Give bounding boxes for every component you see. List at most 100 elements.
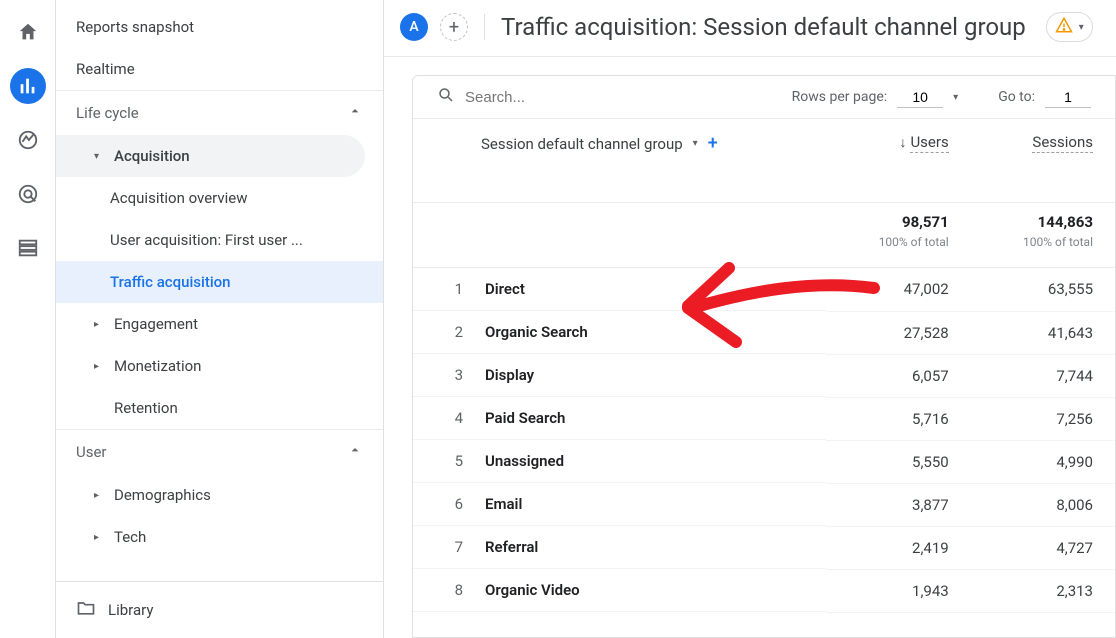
- reports-icon[interactable]: [10, 68, 46, 104]
- traffic-table-card: Rows per page: ▾ Go to: Session default …: [412, 75, 1116, 638]
- row-users: 2,419: [826, 526, 970, 569]
- nav-rail: [0, 0, 56, 638]
- sidebar-group-acquisition[interactable]: ▾ Acquisition: [56, 135, 365, 177]
- row-index: 2: [449, 323, 463, 341]
- search-input[interactable]: [465, 89, 782, 106]
- row-index: 5: [449, 452, 463, 470]
- sidebar-group-demographics[interactable]: ▸ Demographics: [56, 474, 365, 516]
- table-row[interactable]: 1 Direct 47,00263,555: [413, 268, 1115, 312]
- row-index: 8: [449, 581, 463, 599]
- section-label: User: [76, 443, 107, 461]
- total-sessions: 144,863 100% of total: [971, 203, 1115, 268]
- row-users: 5,550: [826, 440, 970, 483]
- warning-icon: [1055, 16, 1073, 38]
- plus-icon: +: [449, 17, 459, 38]
- row-sessions: 2,313: [971, 569, 1115, 612]
- add-segment-button[interactable]: +: [440, 13, 468, 41]
- chevron-up-icon: [347, 442, 363, 462]
- sidebar-group-engagement[interactable]: ▸ Engagement: [56, 303, 365, 345]
- metric-header-users[interactable]: ↓Users: [826, 119, 970, 203]
- row-index: 3: [449, 366, 463, 384]
- rows-per-page-select[interactable]: [897, 87, 943, 108]
- caret-right-icon: ▸: [94, 319, 104, 330]
- row-dimension: Referral: [485, 538, 538, 556]
- row-users: 27,528: [826, 311, 970, 354]
- sidebar-item-reports-snapshot[interactable]: Reports snapshot: [56, 6, 383, 48]
- dimension-header[interactable]: Session default channel group ▾ +: [413, 119, 826, 203]
- row-index: 7: [449, 538, 463, 556]
- row-users: 1,943: [826, 569, 970, 612]
- table-row[interactable]: 3 Display 6,0577,744: [413, 354, 1115, 397]
- row-index: 1: [449, 280, 463, 298]
- table-toolbar: Rows per page: ▾ Go to:: [413, 76, 1115, 119]
- advertising-icon[interactable]: [10, 176, 46, 212]
- traffic-table: Session default channel group ▾ + ↓Users…: [413, 119, 1115, 613]
- sidebar-group-tech[interactable]: ▸ Tech: [56, 516, 365, 558]
- row-index: 6: [449, 495, 463, 513]
- sidebar-item-traffic-acquisition[interactable]: Traffic acquisition: [56, 261, 383, 303]
- group-label: Engagement: [114, 315, 198, 333]
- row-users: 3,877: [826, 483, 970, 526]
- section-user[interactable]: User: [56, 429, 383, 474]
- sidebar-library[interactable]: Library: [56, 581, 383, 638]
- sidebar-group-monetization[interactable]: ▸ Monetization: [56, 345, 365, 387]
- row-sessions: 63,555: [971, 268, 1115, 312]
- page-title: Traffic acquisition: Session default cha…: [501, 13, 1026, 41]
- group-label: Acquisition: [114, 147, 190, 165]
- main-content: A + Traffic acquisition: Session default…: [384, 0, 1116, 638]
- home-icon[interactable]: [10, 14, 46, 50]
- caret-down-icon: ▾: [1079, 22, 1084, 33]
- row-index: 4: [449, 409, 463, 427]
- caret-right-icon: ▸: [94, 361, 104, 372]
- caret-down-icon: ▾: [953, 92, 958, 103]
- caret-right-icon: ▸: [94, 532, 104, 543]
- group-label: Monetization: [114, 357, 201, 375]
- row-dimension: Display: [485, 366, 534, 384]
- row-sessions: 7,256: [971, 397, 1115, 440]
- table-row[interactable]: 2 Organic Search 27,52841,643: [413, 311, 1115, 354]
- group-label: Demographics: [114, 486, 211, 504]
- folder-icon: [76, 598, 96, 622]
- row-sessions: 8,006: [971, 483, 1115, 526]
- sidebar-item-realtime[interactable]: Realtime: [56, 48, 383, 90]
- row-dimension: Email: [485, 495, 522, 513]
- row-sessions: 41,643: [971, 311, 1115, 354]
- sidebar-item-acq-overview[interactable]: Acquisition overview: [56, 177, 383, 219]
- table-row[interactable]: 7 Referral 2,4194,727: [413, 526, 1115, 569]
- segment-badge[interactable]: A: [400, 13, 428, 41]
- row-dimension: Paid Search: [485, 409, 565, 427]
- row-dimension: Unassigned: [485, 452, 564, 470]
- table-row[interactable]: 5 Unassigned 5,5504,990: [413, 440, 1115, 483]
- table-row[interactable]: 8 Organic Video 1,9432,313: [413, 569, 1115, 612]
- row-dimension: Organic Video: [485, 581, 580, 599]
- row-users: 6,057: [826, 354, 970, 397]
- row-sessions: 4,990: [971, 440, 1115, 483]
- configure-icon[interactable]: [10, 230, 46, 266]
- title-bar: A + Traffic acquisition: Session default…: [384, 0, 1116, 57]
- rows-per-page-label: Rows per page:: [792, 89, 887, 105]
- group-label: Tech: [114, 528, 146, 546]
- divider: [484, 14, 485, 40]
- sidebar-group-retention[interactable]: Retention: [56, 387, 365, 429]
- explore-icon[interactable]: [10, 122, 46, 158]
- section-life-cycle[interactable]: Life cycle: [56, 90, 383, 135]
- total-users: 98,571 100% of total: [826, 203, 970, 268]
- chevron-up-icon: [347, 103, 363, 123]
- add-dimension-button[interactable]: +: [708, 133, 718, 154]
- library-label: Library: [108, 601, 153, 619]
- sidebar-item-user-acquisition[interactable]: User acquisition: First user ...: [56, 219, 383, 261]
- row-dimension: Organic Search: [485, 323, 588, 341]
- table-row[interactable]: 4Paid Search5,7167,256: [413, 397, 1115, 440]
- row-sessions: 7,744: [971, 354, 1115, 397]
- goto-page-input[interactable]: [1045, 87, 1091, 108]
- goto-label: Go to:: [998, 89, 1035, 105]
- metric-header-sessions[interactable]: Sessions: [971, 119, 1115, 203]
- row-dimension: Direct: [485, 280, 525, 298]
- table-row[interactable]: 6 Email 3,8778,006: [413, 483, 1115, 526]
- data-quality-dropdown[interactable]: ▾: [1046, 12, 1093, 42]
- row-sessions: 4,727: [971, 526, 1115, 569]
- row-users: 47,002: [826, 268, 970, 312]
- caret-down-icon: ▾: [693, 138, 698, 149]
- reports-sidebar: Reports snapshot Realtime Life cycle ▾ A…: [56, 0, 384, 638]
- dimension-label: Session default channel group: [481, 135, 683, 153]
